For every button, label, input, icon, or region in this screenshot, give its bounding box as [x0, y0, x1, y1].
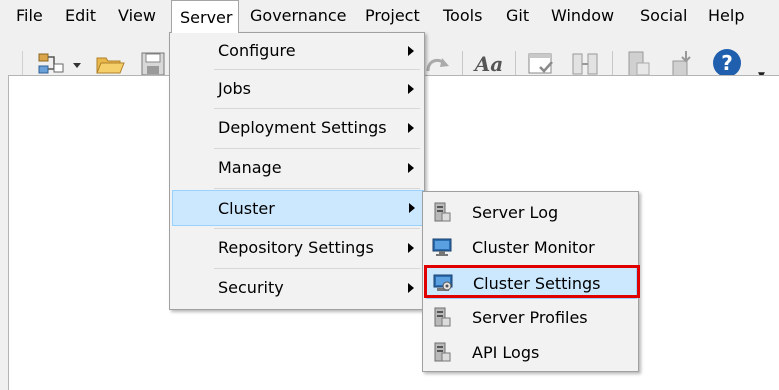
- submenu-item-server-profiles[interactable]: Server Profiles: [426, 301, 637, 334]
- menu-bar: File Edit View Server Governance Project…: [0, 0, 779, 33]
- menu-file[interactable]: File: [16, 5, 43, 27]
- menu-separator: [214, 69, 420, 70]
- menu-governance[interactable]: Governance: [250, 5, 347, 27]
- menu-item-security[interactable]: Security: [172, 270, 422, 306]
- menu-item-repository-settings[interactable]: Repository Settings: [172, 230, 422, 266]
- submenu-item-cluster-monitor[interactable]: Cluster Monitor: [426, 231, 637, 264]
- menu-view[interactable]: View: [118, 5, 156, 27]
- monitor-icon: [432, 238, 452, 256]
- menu-project[interactable]: Project: [365, 5, 420, 27]
- server-profiles-icon: [434, 307, 451, 327]
- menu-git[interactable]: Git: [506, 5, 529, 27]
- menu-item-deployment-settings[interactable]: Deployment Settings: [172, 110, 422, 146]
- help-icon[interactable]: ?: [713, 49, 741, 77]
- menu-separator: [214, 228, 420, 229]
- app-window: File Edit View Server Governance Project…: [0, 0, 779, 390]
- menu-social[interactable]: Social: [640, 5, 687, 27]
- menu-item-manage[interactable]: Manage: [172, 150, 422, 186]
- menu-item-jobs[interactable]: Jobs: [172, 71, 422, 107]
- submenu-item-api-logs[interactable]: API Logs: [426, 336, 637, 369]
- menu-tools[interactable]: Tools: [443, 5, 482, 27]
- menu-separator: [214, 188, 420, 189]
- menu-item-configure[interactable]: Configure: [172, 33, 422, 69]
- menu-help[interactable]: Help: [708, 5, 744, 27]
- menu-server[interactable]: Server: [171, 0, 239, 33]
- annotation-highlight-box: [424, 265, 640, 298]
- api-logs-icon: [434, 342, 451, 362]
- server-log-icon: [434, 202, 451, 222]
- menu-edit[interactable]: Edit: [65, 5, 96, 27]
- menu-separator: [214, 108, 420, 109]
- server-menu: Configure Jobs Deployment Settings Manag…: [169, 32, 425, 310]
- menu-separator: [214, 268, 420, 269]
- menu-separator: [214, 148, 420, 149]
- menu-window[interactable]: Window: [551, 5, 614, 27]
- submenu-item-server-log[interactable]: Server Log: [426, 196, 637, 229]
- menu-item-cluster[interactable]: Cluster: [172, 190, 424, 226]
